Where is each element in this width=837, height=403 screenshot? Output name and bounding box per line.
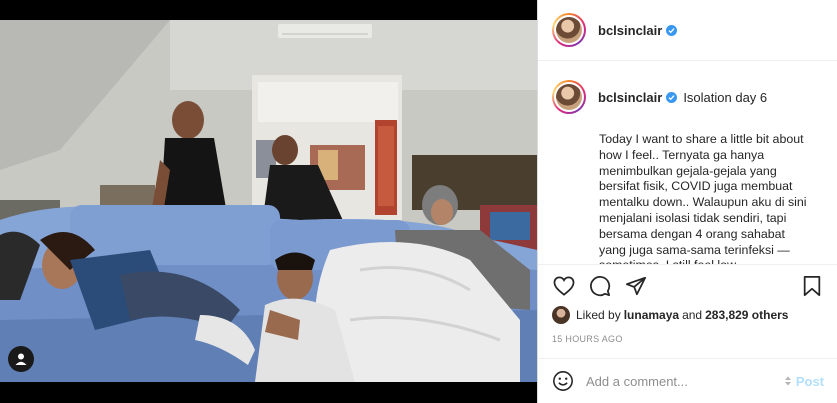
verified-badge-icon	[666, 24, 678, 36]
emoji-button[interactable]	[552, 370, 574, 392]
liked-by-prefix: Liked by	[576, 308, 621, 322]
post-side-panel: bclsinclair bclsinclair Isolation day 6 …	[537, 0, 837, 403]
like-button[interactable]	[552, 274, 576, 298]
comment-input[interactable]	[586, 373, 784, 389]
liked-by-others[interactable]: 283,829 others	[705, 308, 788, 322]
heart-icon	[553, 275, 575, 296]
comment-bar: Post	[538, 358, 837, 403]
caption-avatar-image	[556, 84, 582, 110]
save-button[interactable]	[800, 274, 824, 298]
input-stepper-icon	[784, 376, 791, 386]
photo-scene	[0, 20, 537, 382]
paper-plane-icon	[625, 276, 647, 295]
likes-summary: Liked by lunamaya and 283,829 others	[552, 306, 788, 324]
user-tag-icon	[15, 353, 27, 365]
caption-text: Today I want to share a little bit about…	[599, 132, 807, 264]
comment-icon	[590, 275, 611, 296]
caption-username[interactable]: bclsinclair	[598, 90, 662, 105]
action-bar	[538, 264, 837, 306]
header-username[interactable]: bclsinclair	[598, 23, 662, 38]
liked-by-joiner: and	[682, 308, 703, 322]
air-conditioner	[278, 24, 372, 38]
person-standing-head	[172, 101, 204, 139]
user-tag-button[interactable]	[8, 346, 34, 372]
share-button[interactable]	[624, 274, 648, 298]
comment-button[interactable]	[588, 274, 612, 298]
caption-avatar[interactable]	[552, 80, 586, 114]
avatar[interactable]	[552, 13, 586, 47]
post-photo[interactable]	[0, 0, 537, 403]
caption-section: bclsinclair Isolation day 6 Today I want…	[538, 62, 837, 264]
bookmark-icon	[803, 275, 821, 296]
emoji-icon	[553, 371, 573, 391]
caption-verified-badge-icon	[666, 91, 678, 103]
liked-by-user[interactable]: lunamaya	[624, 308, 679, 322]
avatar-image	[556, 17, 582, 43]
post-timestamp[interactable]: 15 HOURS AGO	[552, 334, 623, 344]
post-comment-button[interactable]: Post	[796, 374, 824, 389]
caption-title: Isolation day 6	[683, 89, 768, 105]
liker-avatar[interactable]	[552, 306, 570, 324]
post-header: bclsinclair	[538, 0, 837, 61]
